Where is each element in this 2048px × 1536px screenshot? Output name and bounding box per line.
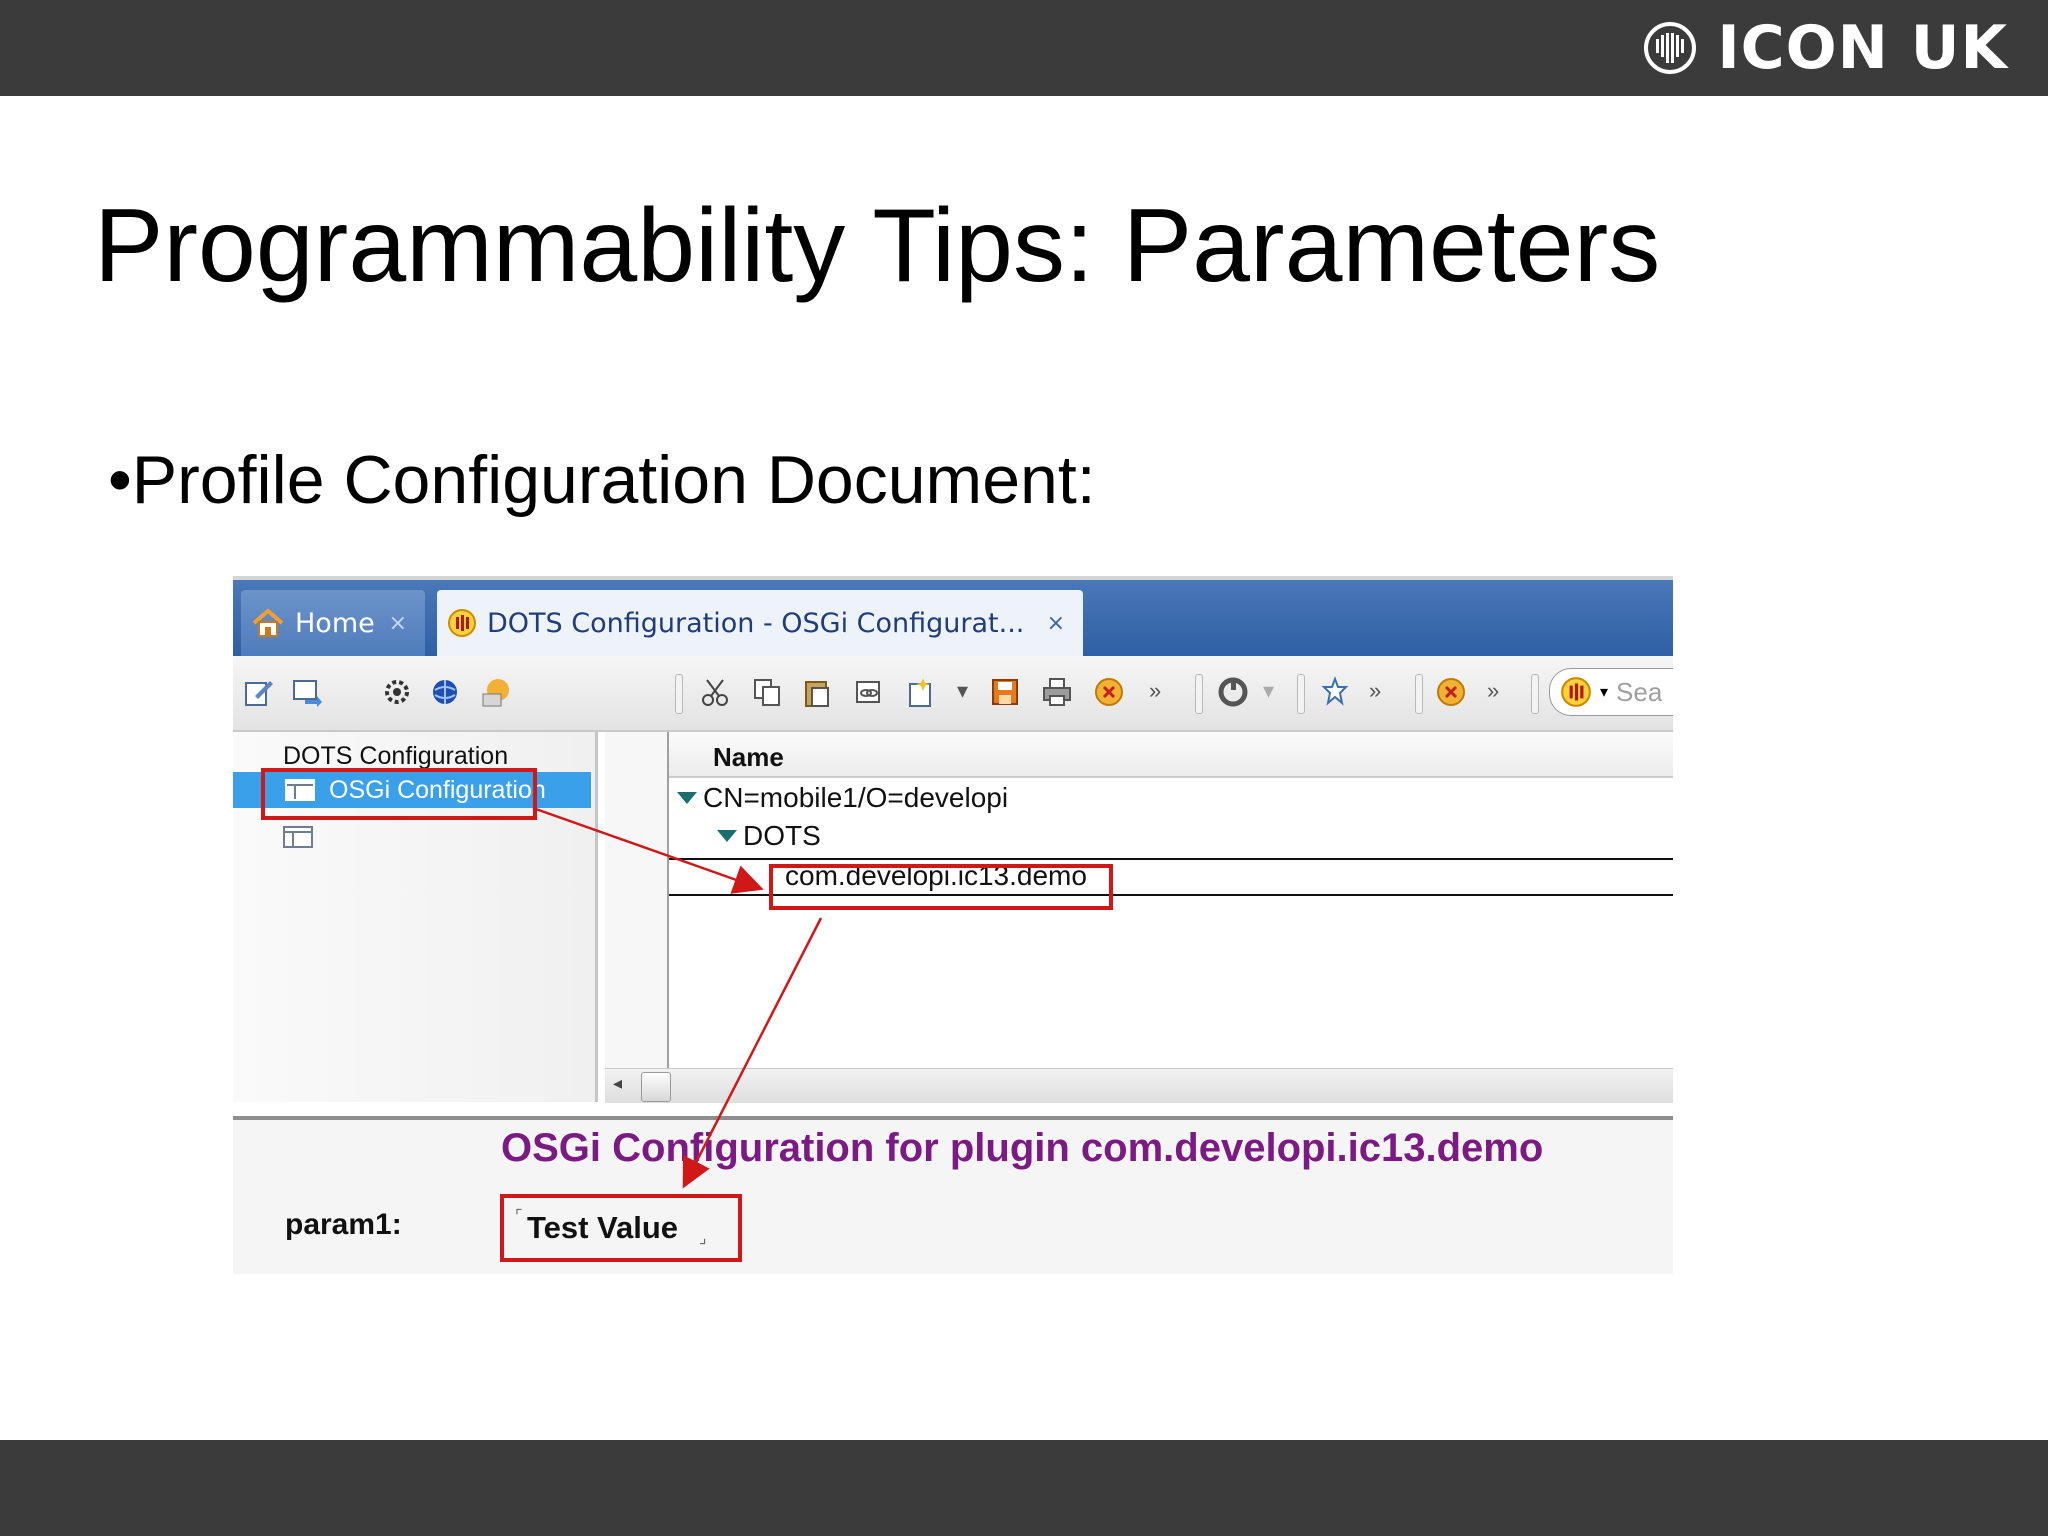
view-gutter <box>605 732 669 1068</box>
annotation-box-value <box>500 1194 742 1262</box>
more-chevron-icon[interactable]: » <box>1149 678 1161 704</box>
search-scope-dropdown-icon[interactable]: ▾ <box>1600 682 1608 702</box>
expand-triangle-icon[interactable] <box>677 792 697 804</box>
toolbar-separator <box>1415 674 1423 714</box>
toolbar-separator <box>1195 674 1203 714</box>
horizontal-scrollbar[interactable]: ◂ <box>605 1068 1673 1103</box>
notes-client-screenshot: Home × DOTS Configuration - OSGi Configu… <box>233 576 1673 1274</box>
slide-header-bar: ICON UK <box>0 0 2048 96</box>
search-placeholder: Sea <box>1616 676 1663 707</box>
more-chevron-icon[interactable]: » <box>1487 678 1499 704</box>
tree-row-label: DOTS <box>743 820 821 851</box>
tab-strip: Home × DOTS Configuration - OSGi Configu… <box>233 580 1673 656</box>
link-icon[interactable] <box>851 674 887 710</box>
slide-bullet: •Profile Configuration Document: <box>108 442 1096 518</box>
toolbar-separator <box>675 674 683 714</box>
globe-icon[interactable] <box>427 674 463 710</box>
home-icon <box>252 608 284 637</box>
toolbar: ▾ » ▾ » » ▾ Sea <box>233 656 1673 732</box>
stop-icon[interactable] <box>1091 674 1127 710</box>
column-header[interactable]: Name <box>669 732 1673 778</box>
search-scope-icon <box>1561 677 1591 707</box>
tab-home-label: Home <box>295 607 375 639</box>
dots-app-icon <box>448 609 476 637</box>
expand-triangle-icon[interactable] <box>717 830 737 842</box>
gear-refresh-icon[interactable] <box>379 674 415 710</box>
tab-dots-close-icon[interactable]: × <box>1047 611 1065 636</box>
brand-logo: ICON UK <box>1643 16 2008 80</box>
brand-name: ICON UK <box>1717 13 2008 83</box>
tree-row-dots[interactable]: DOTS <box>717 820 821 852</box>
refresh-icon[interactable] <box>1215 674 1251 710</box>
new-dropdown-icon[interactable]: ▾ <box>957 678 968 704</box>
annotation-box-osgi <box>261 768 537 820</box>
refresh-dropdown-icon[interactable]: ▾ <box>1263 678 1274 704</box>
folder-icon[interactable] <box>479 674 515 710</box>
param-label: param1: <box>285 1208 402 1241</box>
globe-logo-icon <box>1644 22 1697 74</box>
forward-icon[interactable] <box>289 674 325 710</box>
save-icon[interactable] <box>987 674 1023 710</box>
more-chevron-icon[interactable]: » <box>1369 678 1381 704</box>
print-icon[interactable] <box>1039 674 1075 710</box>
toolbar-separator <box>1297 674 1305 714</box>
form-title: OSGi Configuration for plugin com.develo… <box>501 1126 1544 1170</box>
tree-row-label: CN=mobile1/O=developi <box>703 782 1009 813</box>
toolbar-separator <box>1531 674 1539 714</box>
annotation-box-plugin <box>769 864 1113 910</box>
nav-item-view-icon[interactable] <box>283 826 313 848</box>
stop-icon[interactable] <box>1433 674 1469 710</box>
tab-dots-label: DOTS Configuration - OSGi Configurat... <box>487 607 1025 639</box>
slide-footer-bar <box>0 1440 2048 1536</box>
scroll-left-icon[interactable]: ◂ <box>613 1073 622 1094</box>
copy-icon[interactable] <box>749 674 785 710</box>
new-document-icon[interactable] <box>903 674 939 710</box>
slide-title: Programmability Tips: Parameters <box>94 188 1661 304</box>
view-pane: Name CN=mobile1/O=developi DOTS com.deve… <box>605 732 1673 1103</box>
navigator-header: DOTS Configuration <box>283 742 509 770</box>
edit-icon[interactable] <box>241 674 277 710</box>
tab-home-close-icon[interactable]: × <box>389 611 407 636</box>
scroll-thumb[interactable] <box>641 1072 671 1102</box>
tab-home[interactable]: Home × <box>241 590 425 656</box>
tree-row-server[interactable]: CN=mobile1/O=developi <box>677 782 1008 814</box>
paste-icon[interactable] <box>799 674 835 710</box>
configuration-form: OSGi Configuration for plugin com.develo… <box>233 1116 1673 1274</box>
column-name-label: Name <box>713 742 784 772</box>
pin-icon[interactable] <box>1317 674 1353 710</box>
tab-dots-configuration[interactable]: DOTS Configuration - OSGi Configurat... … <box>437 590 1083 656</box>
search-field[interactable]: ▾ Sea <box>1549 668 1673 716</box>
cut-icon[interactable] <box>697 674 733 710</box>
